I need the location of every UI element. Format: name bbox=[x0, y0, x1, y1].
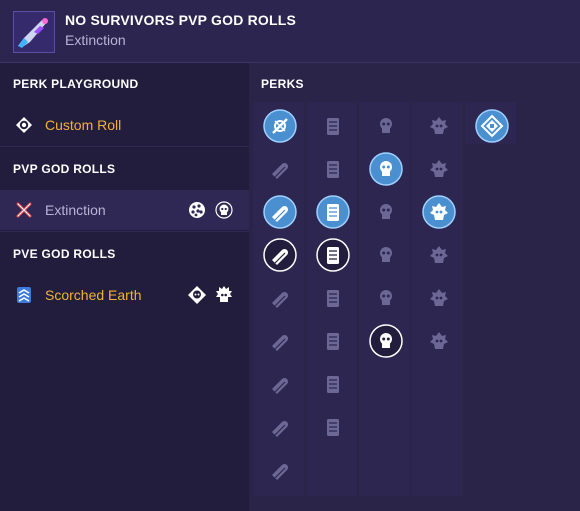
section-title-perk-playground: PERK PLAYGROUND bbox=[13, 77, 139, 91]
weapon-thumbnail-icon bbox=[13, 11, 55, 53]
perk-magazine-dim-icon[interactable] bbox=[316, 324, 350, 358]
flame-skull-icon bbox=[214, 285, 234, 305]
perk-column-1 bbox=[253, 102, 304, 496]
crossed-swords-icon bbox=[15, 201, 33, 219]
perk-mod-selected-icon[interactable] bbox=[475, 109, 509, 143]
skull-icon bbox=[214, 200, 234, 220]
perk-column-2 bbox=[306, 102, 357, 496]
perk-barrel-dim-icon[interactable] bbox=[263, 453, 297, 487]
section-title-pvp-god-rolls: PVP GOD ROLLS bbox=[13, 162, 116, 176]
perk-column-4 bbox=[412, 102, 463, 496]
perk-scope-selected-icon[interactable] bbox=[263, 109, 297, 143]
perks-panel: PERKS bbox=[250, 63, 580, 511]
perk-barrel-dim-icon[interactable] bbox=[263, 152, 297, 186]
perk-barrel-dim-icon[interactable] bbox=[263, 324, 297, 358]
perk-magazine-dim-icon[interactable] bbox=[316, 152, 350, 186]
perk-trait-white-icon[interactable] bbox=[369, 324, 403, 358]
roll-item-extinction[interactable]: Extinction bbox=[0, 190, 249, 230]
perk-magazine-dim-icon[interactable] bbox=[316, 281, 350, 315]
target-icon bbox=[15, 116, 33, 134]
page-subtitle: Extinction bbox=[65, 32, 126, 48]
divider bbox=[0, 146, 249, 147]
roll-item-label: Extinction bbox=[45, 202, 106, 218]
roll-item-custom-roll[interactable]: Custom Roll bbox=[0, 105, 249, 145]
perk-trait2-selected-icon[interactable] bbox=[422, 195, 456, 229]
perk-magazine-dim-icon[interactable] bbox=[316, 109, 350, 143]
diamond-skull-icon bbox=[187, 285, 207, 305]
app-window: NO SURVIVORS PVP GOD ROLLS Extinction PE… bbox=[0, 0, 580, 511]
perk-barrel-dim-icon[interactable] bbox=[263, 281, 297, 315]
perk-trait2-dim-icon[interactable] bbox=[422, 152, 456, 186]
perk-trait2-dim-icon[interactable] bbox=[422, 281, 456, 315]
perk-barrel-dim-icon[interactable] bbox=[263, 410, 297, 444]
perk-magazine-dim-icon[interactable] bbox=[316, 367, 350, 401]
perk-trait-dim-icon[interactable] bbox=[369, 281, 403, 315]
perk-trait2-dim-icon[interactable] bbox=[422, 109, 456, 143]
page-title: NO SURVIVORS PVP GOD ROLLS bbox=[65, 12, 297, 28]
perks-title: PERKS bbox=[261, 77, 304, 91]
perk-column-3 bbox=[359, 102, 410, 496]
header: NO SURVIVORS PVP GOD ROLLS Extinction bbox=[0, 0, 580, 63]
chevrons-icon bbox=[15, 286, 33, 304]
sidebar: PERK PLAYGROUND Custom Roll PVP GOD ROLL… bbox=[0, 63, 249, 511]
perk-barrel-selected-icon[interactable] bbox=[263, 195, 297, 229]
perk-barrel-white-icon[interactable] bbox=[263, 238, 297, 272]
perk-magazine-dim-icon[interactable] bbox=[316, 410, 350, 444]
roll-item-label: Scorched Earth bbox=[45, 287, 142, 303]
perk-magazine-white-icon[interactable] bbox=[316, 238, 350, 272]
roll-item-label: Custom Roll bbox=[45, 117, 122, 133]
perk-magazine-selected-icon[interactable] bbox=[316, 195, 350, 229]
perk-barrel-dim-icon[interactable] bbox=[263, 367, 297, 401]
perk-trait2-dim-icon[interactable] bbox=[422, 324, 456, 358]
perk-trait-dim-icon[interactable] bbox=[369, 195, 403, 229]
perk-trait2-dim-icon[interactable] bbox=[422, 238, 456, 272]
section-title-pve-god-rolls: PVE GOD ROLLS bbox=[13, 247, 116, 261]
perk-trait-selected-icon[interactable] bbox=[369, 152, 403, 186]
roll-item-scorched-earth[interactable]: Scorched Earth bbox=[0, 275, 249, 315]
perk-trait-dim-icon[interactable] bbox=[369, 238, 403, 272]
divider bbox=[0, 231, 249, 232]
perk-trait-dim-icon[interactable] bbox=[369, 109, 403, 143]
dots-icon bbox=[187, 200, 207, 220]
perk-column-5 bbox=[465, 102, 516, 144]
